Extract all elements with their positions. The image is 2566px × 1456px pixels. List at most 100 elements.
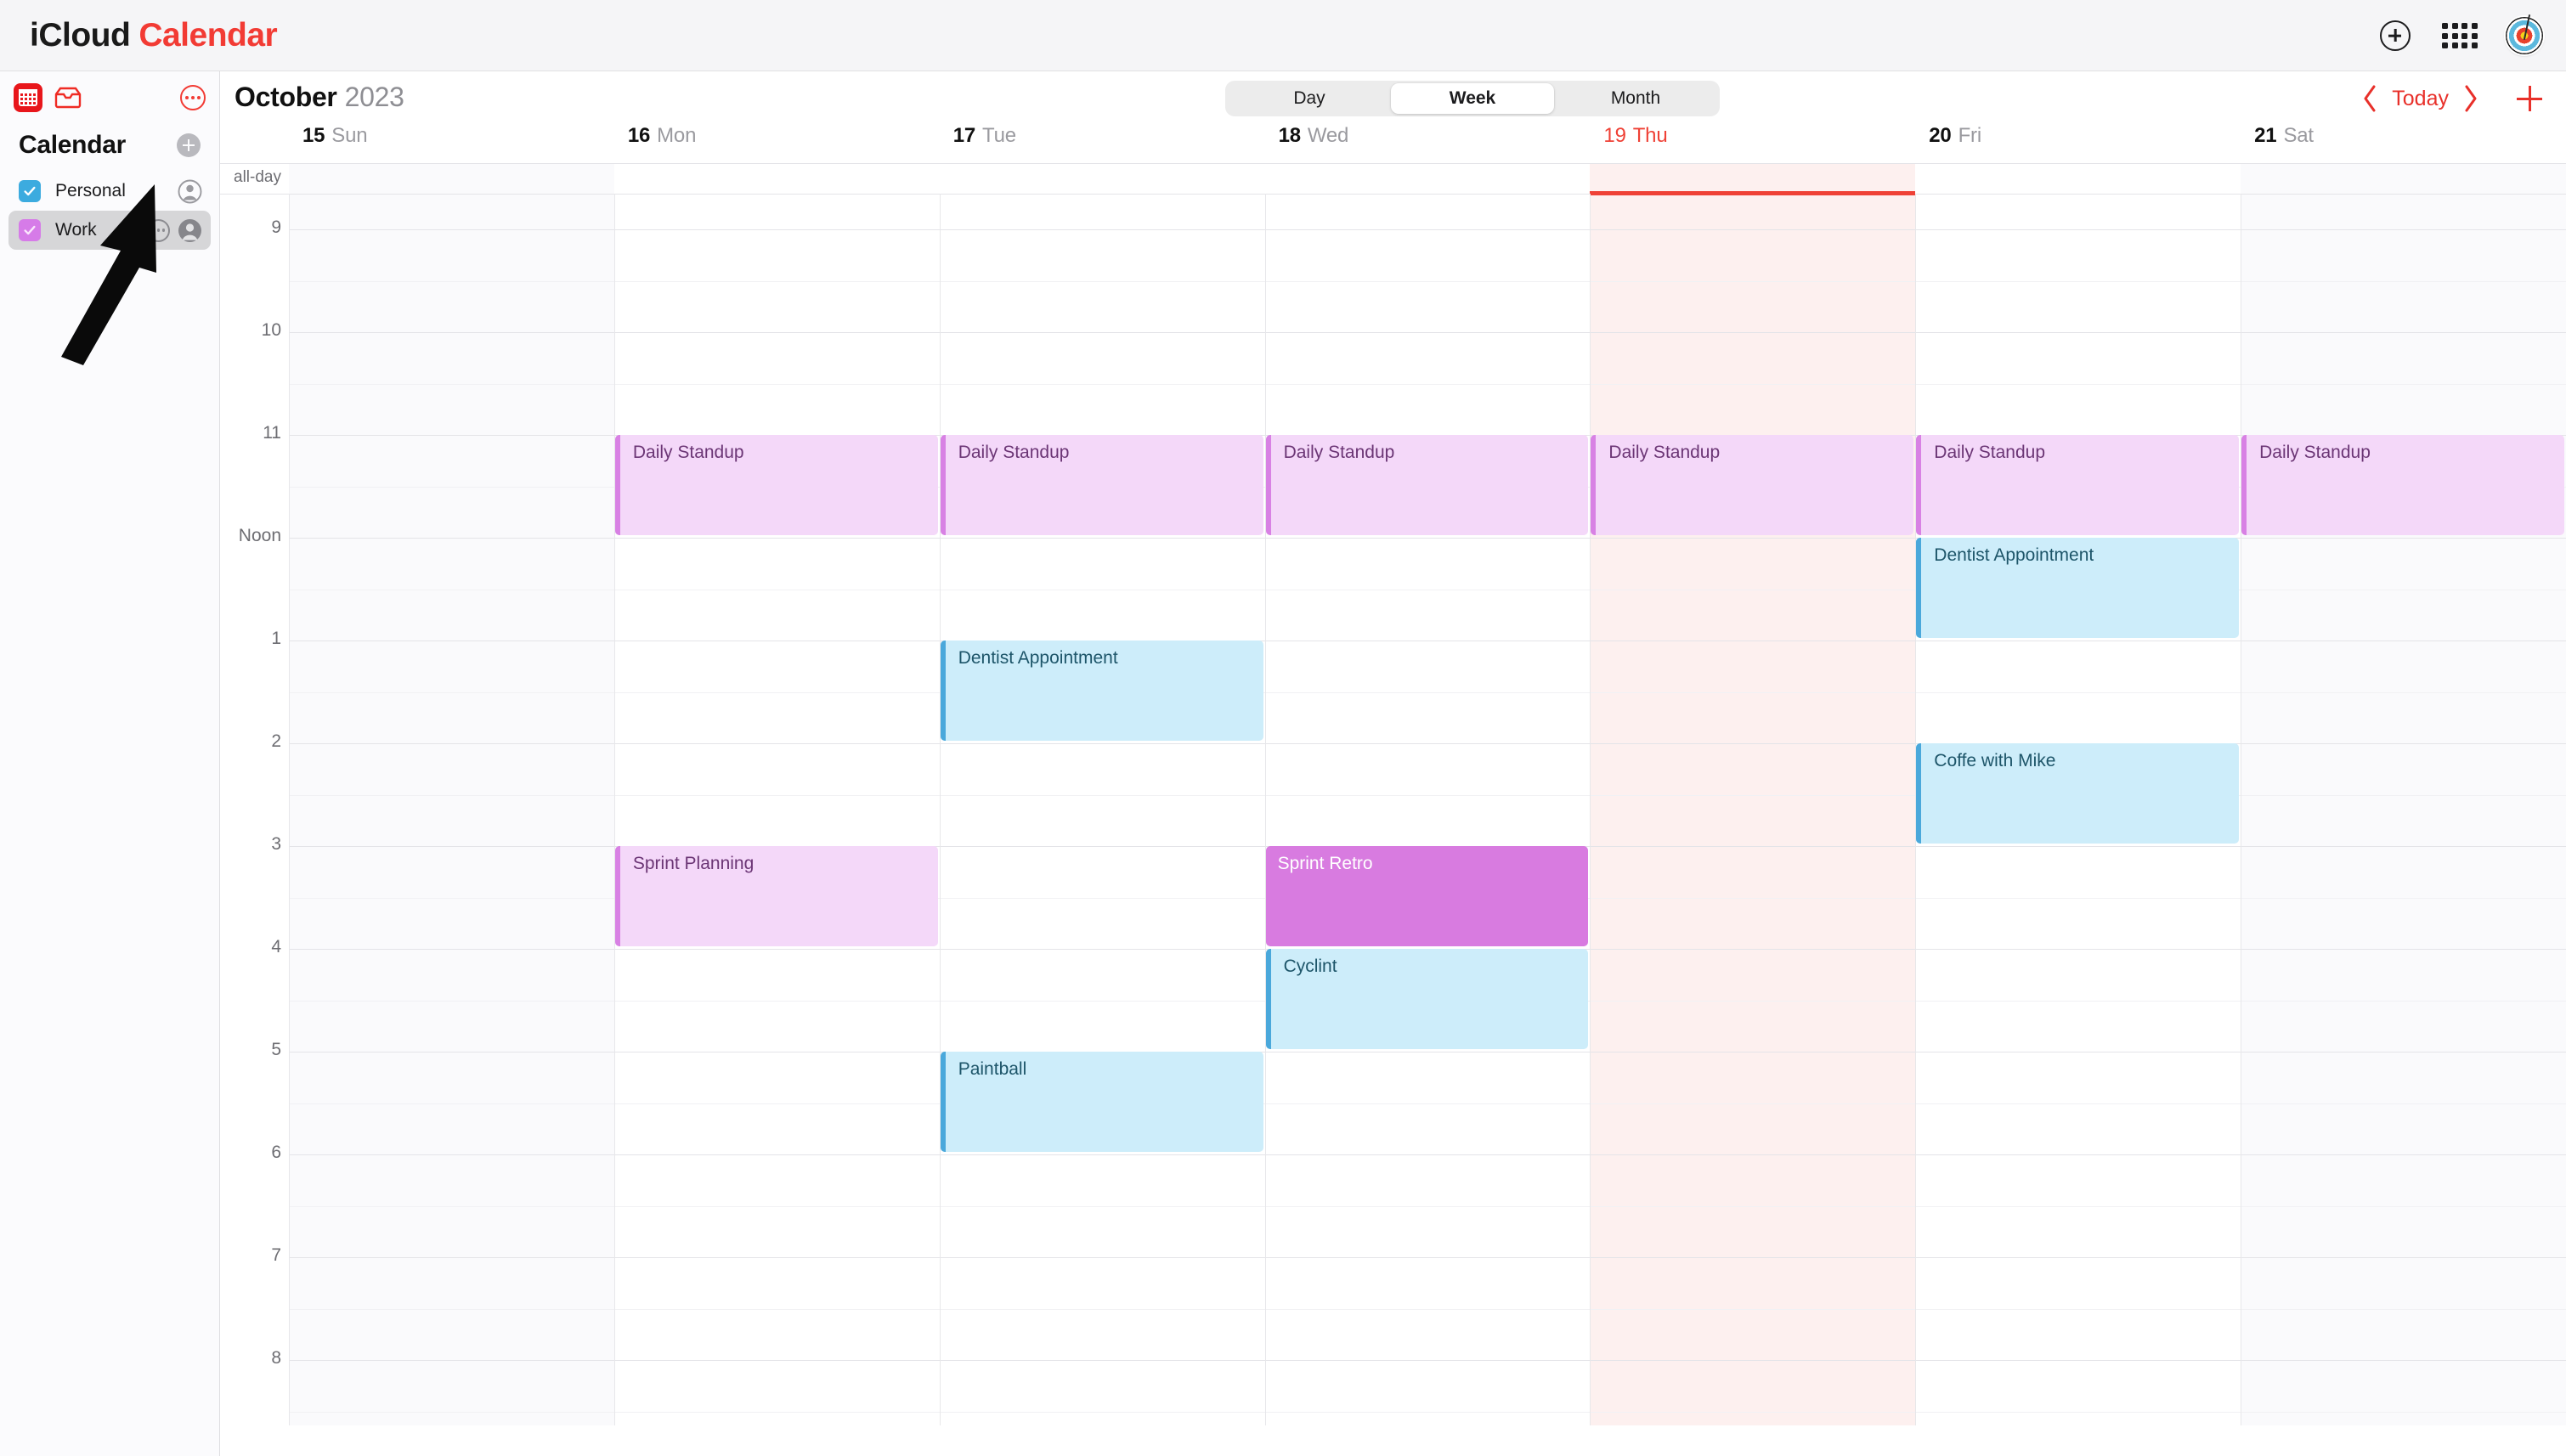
day-header-wed[interactable]: 18 Wed: [1279, 124, 1349, 163]
checkbox-personal[interactable]: [19, 180, 41, 202]
next-week-button[interactable]: [2454, 80, 2488, 117]
day-name: Thu: [1632, 124, 1668, 147]
day-header-thu[interactable]: 19 Thu: [1603, 124, 1667, 163]
share-person-icon[interactable]: [178, 179, 202, 204]
calendar-event[interactable]: Sprint Retro: [1265, 846, 1589, 946]
sidebar-more-options-icon[interactable]: [180, 85, 206, 110]
calendar-event[interactable]: Daily Standup: [614, 435, 938, 535]
event-title: Sprint Planning: [632, 854, 755, 873]
event-color-bar: [1916, 743, 1922, 844]
calendar-event[interactable]: Coffe with Mike: [1916, 743, 2240, 844]
calendar-event[interactable]: Daily Standup: [1916, 435, 2240, 535]
hour-label: 11: [263, 423, 281, 443]
day-header-row: 15 Sun 16 Mon 17 Tue 18 Wed 19 Thu 20 Fri 21 Sat: [220, 124, 2566, 163]
hour-label: 7: [271, 1245, 281, 1265]
day-header-mon[interactable]: 16 Mon: [627, 124, 697, 163]
day-number: 19: [1603, 124, 1626, 147]
account-avatar[interactable]: [2505, 16, 2544, 55]
day-header-sun[interactable]: 15 Sun: [302, 124, 368, 163]
week-grid: all-day 9 10 11 Noon 1 2 3 4 5 6 7 8 Daily Standup Dai…: [220, 163, 2566, 1425]
day-number: 15: [302, 124, 325, 147]
calendar-event[interactable]: Daily Standup: [2241, 435, 2564, 535]
app-grid-icon[interactable]: [2440, 16, 2479, 55]
half-hour-gridline: [289, 383, 2566, 385]
calendar-event[interactable]: Cyclint: [1265, 949, 1589, 1049]
event-color-bar: [1591, 435, 1597, 535]
share-person-icon[interactable]: [178, 218, 202, 243]
calendar-event[interactable]: Daily Standup: [1265, 435, 1589, 535]
hour-label: 6: [271, 1143, 281, 1162]
add-calendar-button[interactable]: [177, 133, 201, 157]
day-number: 17: [952, 124, 975, 147]
calendar-event[interactable]: Dentist Appointment: [940, 641, 1263, 741]
calendar-label-work: Work: [55, 220, 97, 240]
event-title: Daily Standup: [1283, 443, 1395, 462]
title-month: October: [235, 82, 337, 112]
hour-label: Noon: [238, 526, 281, 545]
event-color-bar: [2241, 435, 2247, 535]
event-color-bar: [940, 641, 946, 741]
calendar-event[interactable]: Sprint Planning: [614, 846, 938, 946]
sidebar-title: Calendar: [19, 131, 126, 159]
day-header-tue[interactable]: 17 Tue: [953, 124, 1016, 163]
calendar-event[interactable]: Paintball: [940, 1052, 1263, 1152]
top-bar: iCloud Calendar: [0, 0, 2566, 71]
hour-gridline: [289, 1154, 2566, 1155]
day-name: Sat: [2283, 124, 2314, 147]
tab-week[interactable]: Week: [1391, 83, 1554, 114]
calendar-main: October 2023 Day Week Month Today 15 Sun 16…: [220, 71, 2566, 1456]
event-color-bar: [1916, 435, 1922, 535]
brand-logo[interactable]: iCloud Calendar: [29, 16, 278, 54]
event-title: Daily Standup: [2259, 443, 2371, 462]
event-title: Dentist Appointment: [1934, 545, 2094, 565]
calendar-event[interactable]: Daily Standup: [940, 435, 1263, 535]
navigation-cluster: Today: [2353, 80, 2552, 117]
calendar-label-personal: Personal: [55, 181, 126, 200]
column-separator: [1590, 194, 1591, 1425]
today-indicator-bar: [1590, 191, 1916, 195]
day-name: Fri: [1958, 124, 1982, 147]
checkbox-work[interactable]: [19, 219, 41, 241]
hour-gridline: [289, 332, 2566, 333]
event-color-bar: [1265, 435, 1271, 535]
column-separator: [939, 194, 941, 1425]
add-event-button[interactable]: [2507, 80, 2552, 117]
column-separator: [613, 194, 615, 1425]
calendar-item-work[interactable]: Work: [8, 211, 211, 250]
day-header-sat[interactable]: 21 Sat: [2254, 124, 2314, 163]
brand-icloud-text: iCloud: [30, 16, 131, 54]
hour-gridline: [289, 1257, 2566, 1258]
hour-label: 1: [271, 629, 281, 648]
title-year: 2023: [344, 82, 404, 112]
half-hour-gridline: [289, 691, 2566, 693]
event-color-bar: [1916, 538, 1922, 638]
hour-label: 2: [271, 731, 281, 751]
calendar-app-icon[interactable]: [14, 83, 42, 112]
tab-day[interactable]: Day: [1228, 83, 1391, 114]
column-separator: [1264, 194, 1266, 1425]
sidebar-toolbar: [0, 71, 219, 124]
tab-month[interactable]: Month: [1554, 83, 1717, 114]
event-color-bar: [614, 435, 620, 535]
calendar-event[interactable]: Dentist Appointment: [1916, 538, 2240, 638]
event-title: Dentist Appointment: [958, 648, 1118, 668]
hour-label: 4: [271, 937, 281, 957]
event-color-bar: [614, 846, 620, 946]
previous-week-button[interactable]: [2353, 80, 2387, 117]
inbox-icon[interactable]: [54, 87, 82, 109]
page-title: October 2023: [235, 82, 404, 113]
all-day-top-border: [220, 163, 2566, 164]
topbar-actions: [2376, 0, 2544, 71]
day-header-fri[interactable]: 20 Fri: [1929, 124, 1981, 163]
all-day-row[interactable]: [220, 163, 2566, 194]
calendar-list: Personal Work: [0, 172, 219, 250]
event-color-bar: [940, 435, 946, 535]
today-button[interactable]: Today: [2387, 87, 2454, 111]
calendar-more-options-icon[interactable]: [147, 218, 170, 242]
plus-circle-icon[interactable]: [2376, 16, 2415, 55]
calendar-event[interactable]: Daily Standup: [1591, 435, 1914, 535]
calendar-item-personal[interactable]: Personal: [8, 172, 211, 211]
all-day-label: all-day: [234, 168, 281, 186]
day-number: 16: [627, 124, 651, 147]
event-color-bar: [940, 1052, 946, 1152]
